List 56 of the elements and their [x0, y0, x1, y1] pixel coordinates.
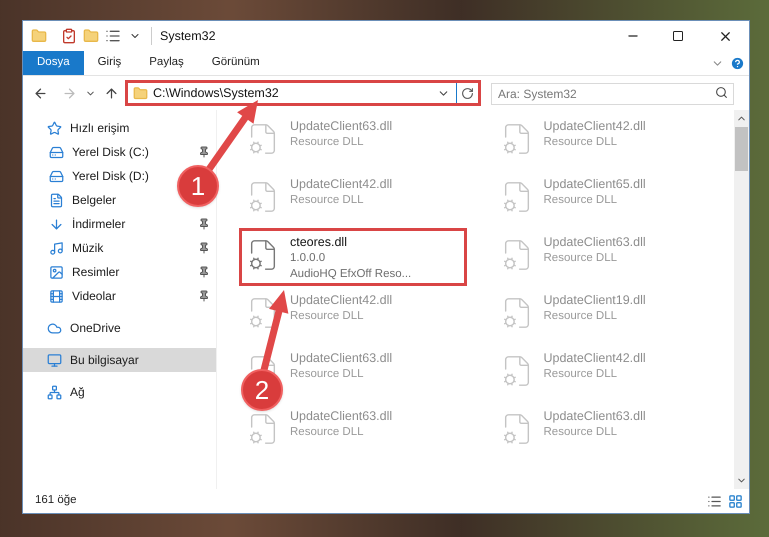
search-icon [715, 86, 728, 99]
computer-icon [47, 352, 62, 368]
ribbon-tab[interactable]: Görünüm [198, 51, 274, 75]
nav-item[interactable]: İndirmeler [72, 215, 126, 233]
file-detail: Resource DLL [290, 367, 365, 382]
item-count: 161 öğe [35, 493, 77, 508]
file-detail: 1.0.0.0 [290, 251, 326, 266]
help-icon[interactable] [730, 56, 745, 70]
picture-icon [49, 264, 64, 280]
file-name[interactable]: cteores.dll [290, 234, 412, 250]
file-detail: Resource DLL [544, 135, 618, 150]
clipboard-check-icon[interactable] [61, 28, 77, 44]
ribbon-tab[interactable]: Giriş [84, 51, 136, 75]
document-icon [49, 192, 64, 208]
maximize-icon[interactable] [672, 30, 684, 42]
file-detail: Resource DLL [290, 425, 365, 440]
file-detail: Resource DLL [290, 309, 365, 324]
nav-item[interactable]: Bu bilgisayar [23, 348, 216, 372]
scroll-thumb[interactable] [735, 127, 748, 171]
folder-icon [133, 86, 148, 100]
network-icon [47, 384, 62, 400]
ribbon-tab[interactable]: Paylaş [135, 51, 198, 75]
details-view-icon[interactable] [707, 494, 722, 508]
file-detail: Resource DLL [544, 367, 618, 382]
scrollbar[interactable] [734, 110, 749, 489]
music-note-icon [49, 240, 64, 256]
star-icon [47, 120, 62, 136]
drive-icon [49, 144, 64, 160]
ribbon-tab[interactable]: Dosya [23, 51, 84, 75]
search-field[interactable]: Ara: System32 [491, 83, 734, 105]
nav-item[interactable]: Ağ [23, 380, 216, 404]
file-detail: Resource DLL [544, 425, 618, 440]
cloud-icon [47, 320, 62, 336]
film-icon [49, 288, 64, 304]
nav-item[interactable]: Yerel Disk (D:) [72, 167, 149, 185]
tiles-view-icon[interactable] [728, 494, 743, 508]
drive-icon [49, 168, 64, 184]
nav-item[interactable]: Yerel Disk (C:) [72, 143, 149, 161]
file-detail: Resource DLL [290, 193, 365, 208]
file-detail: Resource DLL [544, 193, 618, 208]
nav-item[interactable]: OneDrive [23, 316, 216, 340]
file-detail: AudioHQ EfxOff Reso... [290, 267, 412, 282]
nav-item[interactable]: Hızlı erişim [23, 116, 216, 140]
file-detail: Resource DLL [290, 135, 365, 150]
window-title: System32 [151, 26, 216, 46]
download-arrow-icon [49, 216, 64, 232]
refresh-icon[interactable] [461, 86, 474, 100]
nav-item[interactable]: Videolar [72, 287, 116, 305]
selected-file-frame[interactable]: cteores.dll 1.0.0.0 AudioHQ EfxOff Reso... [239, 228, 467, 286]
address-field[interactable]: C:\Windows\System32 [125, 80, 481, 106]
properties-icon[interactable] [105, 28, 121, 44]
nav-item[interactable]: Resimler [72, 263, 120, 281]
nav-item[interactable]: Müzik [72, 239, 104, 257]
file-detail: Resource DLL [544, 309, 618, 324]
nav-item[interactable]: Belgeler [72, 191, 116, 209]
file-detail: Resource DLL [544, 251, 618, 266]
